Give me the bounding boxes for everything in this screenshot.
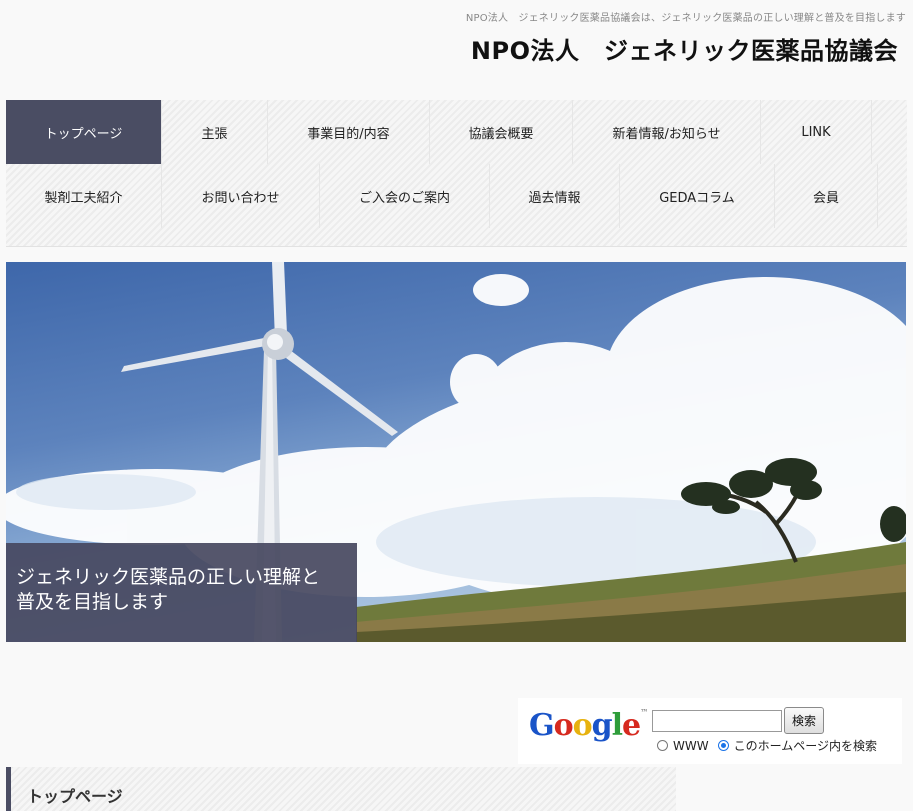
- nav-row-1: トップページ 主張 事業目的/内容 協議会概要 新着情報/お知らせ LINK: [6, 100, 872, 164]
- nav-item-formulation[interactable]: 製剤工夫紹介: [6, 164, 162, 228]
- site-tagline: NPO法人 ジェネリック医薬品協議会は、ジェネリック医薬品の正しい理解と普及を目…: [465, 13, 906, 24]
- page: NPO法人 ジェネリック医薬品協議会は、ジェネリック医薬品の正しい理解と普及を目…: [0, 0, 913, 811]
- hero-banner: ジェネリック医薬品の正しい理解と 普及を目指します: [6, 262, 906, 642]
- search-input[interactable]: [652, 710, 782, 732]
- nav-item-link[interactable]: LINK: [761, 100, 872, 164]
- radio-site-label: このホームページ内を検索: [733, 739, 878, 753]
- nav-item-contact[interactable]: お問い合わせ: [162, 164, 320, 228]
- hero-caption: ジェネリック医薬品の正しい理解と 普及を目指します: [6, 543, 357, 642]
- nav-row-2: 製剤工夫紹介 お問い合わせ ご入会のご案内 過去情報 GEDAコラム 会員: [6, 164, 878, 228]
- nav-item-membership[interactable]: ご入会のご案内: [320, 164, 490, 228]
- google-trademark: ™: [640, 708, 648, 717]
- nav-item-members[interactable]: 会員: [775, 164, 878, 228]
- google-search-box: Google™ 検索 WWW このホームページ内を検索: [518, 698, 902, 764]
- hero-caption-line-2: 普及を目指します: [16, 591, 169, 613]
- google-logo[interactable]: Google™: [529, 708, 648, 743]
- section-title: トップページ: [27, 787, 123, 806]
- nav-item-geda-column[interactable]: GEDAコラム: [620, 164, 775, 228]
- radio-www-label: WWW: [673, 738, 709, 753]
- nav-item-about[interactable]: 協議会概要: [430, 100, 573, 164]
- section-heading: トップページ: [6, 767, 676, 811]
- nav-item-news[interactable]: 新着情報/お知らせ: [573, 100, 761, 164]
- search-button[interactable]: 検索: [784, 707, 824, 734]
- main-navigation: トップページ 主張 事業目的/内容 協議会概要 新着情報/お知らせ LINK 製…: [6, 100, 907, 247]
- radio-site[interactable]: [717, 740, 729, 751]
- nav-item-purpose[interactable]: 事業目的/内容: [268, 100, 430, 164]
- radio-www[interactable]: [657, 740, 668, 751]
- nav-item-archive[interactable]: 過去情報: [490, 164, 620, 228]
- site-title[interactable]: NPO法人 ジェネリック医薬品協議会: [471, 31, 898, 66]
- nav-item-opinion[interactable]: 主張: [162, 100, 268, 164]
- nav-item-top[interactable]: トップページ: [6, 100, 162, 164]
- search-scope-options: WWW このホームページ内を検索: [657, 737, 877, 754]
- hero-caption-line-1: ジェネリック医薬品の正しい理解と: [16, 566, 321, 588]
